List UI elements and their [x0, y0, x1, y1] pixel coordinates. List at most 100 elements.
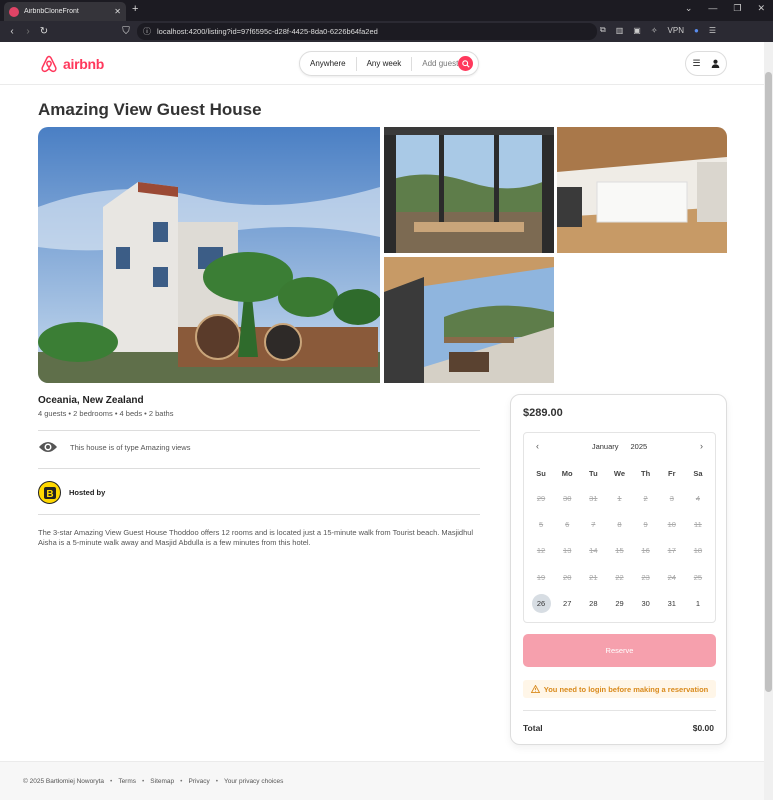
calendar-year[interactable]: 2025 [631, 442, 648, 451]
forward-icon[interactable]: › [20, 26, 36, 37]
nightly-price: $289.00 [523, 407, 563, 419]
logo-text: airbnb [63, 56, 104, 72]
calendar-day: 20 [563, 572, 572, 582]
close-window-icon[interactable]: ✕ [757, 3, 765, 14]
calendar-day: 31 [589, 493, 598, 503]
calendar-day: 6 [565, 519, 570, 529]
calendar-day[interactable]: 26 [531, 593, 551, 613]
user-icon [711, 59, 719, 68]
back-icon[interactable]: ‹ [4, 26, 20, 37]
main-photo[interactable] [38, 127, 380, 383]
divider [355, 56, 357, 71]
category-text: This house is of type Amazing views [70, 442, 191, 452]
browser-toolbar: ‹ › ↻ ⛉ ⓘ localhost:4200/listing?id=97f6… [0, 21, 773, 42]
calendar-day[interactable]: 31 [662, 594, 682, 613]
login-warning-text: You need to login before making a reserv… [543, 684, 709, 694]
host-avatar-icon: B [43, 486, 56, 500]
photo-4[interactable] [384, 257, 554, 383]
calendar-day: 24 [667, 572, 676, 582]
site-footer: © 2025 Bartłomiej Noworyta • Terms • Sitema… [0, 761, 764, 800]
calendar-day: 13 [563, 546, 572, 556]
listing-details: 4 guests • 2 bedrooms • 4 beds • 2 baths [38, 409, 174, 418]
browser-tab[interactable]: AirbnbCloneFront ✕ [4, 2, 126, 21]
calendar-day: 2 [643, 493, 648, 503]
calendar-day: 21 [589, 572, 598, 582]
site-info-icon[interactable]: ⓘ [143, 26, 151, 37]
calendar-day: 10 [667, 519, 676, 529]
page-scrollbar[interactable] [764, 42, 773, 800]
svg-text:B: B [46, 489, 53, 500]
calendar-day: 16 [641, 546, 650, 556]
weekday-label: We [613, 469, 626, 478]
minimize-icon[interactable]: — [708, 3, 717, 14]
calendar-month[interactable]: January [592, 442, 619, 451]
weekday-label: Fr [668, 469, 676, 478]
calendar-day: 30 [563, 493, 572, 503]
calendar-day: 23 [641, 572, 650, 582]
footer-link[interactable]: Privacy [188, 778, 209, 785]
footer-separator: • [180, 777, 183, 785]
browser-tab-strip: AirbnbCloneFront ✕ + ⌄ — ❐ ✕ [0, 0, 773, 21]
airbnb-logo-icon [41, 55, 57, 73]
calendar-day[interactable]: 27 [557, 594, 577, 613]
divider [38, 468, 480, 469]
host-avatar: B [38, 481, 61, 504]
divider [411, 56, 413, 71]
hosted-by-label: Hosted by [69, 488, 106, 497]
airbnb-logo[interactable]: airbnb [39, 54, 104, 74]
photo-3[interactable] [557, 127, 727, 253]
calendar-day[interactable]: 30 [636, 594, 656, 613]
tab-list-icon[interactable]: ⌄ [685, 3, 693, 14]
footer-link[interactable]: Your privacy choices [224, 778, 283, 785]
calendar-day[interactable]: 1 [688, 594, 708, 613]
maximize-icon[interactable]: ❐ [733, 3, 741, 14]
search-where[interactable]: Anywhere [310, 59, 346, 68]
calendar-header: January 2025 [524, 433, 715, 459]
search-when[interactable]: Any week [367, 59, 402, 68]
login-warning: You need to login before making a reserv… [523, 680, 716, 698]
divider [38, 514, 480, 515]
calendar-day: 29 [536, 493, 546, 503]
new-tab-button[interactable]: + [132, 3, 138, 15]
divider [38, 430, 480, 431]
next-month-icon[interactable]: › [700, 441, 703, 451]
menu-icon[interactable]: ☰ [709, 26, 716, 35]
tab-title: AirbnbCloneFront [24, 8, 79, 15]
calendar-day: 14 [589, 546, 598, 556]
vpn-badge[interactable]: VPN [668, 26, 684, 35]
bookmark-icon[interactable]: ⛉ [118, 26, 134, 37]
browser-extensions: ⧉ ▥ ▣ ✧ VPN ● ☰ [600, 25, 716, 35]
listing-category: This house is of type Amazing views [38, 440, 190, 454]
calendar-day: 3 [669, 493, 674, 503]
wallet-icon[interactable]: ▣ [633, 26, 641, 35]
weekday-label: Th [641, 469, 651, 478]
weekday-label: Tu [589, 469, 598, 478]
search-button[interactable] [458, 56, 473, 71]
scrollbar-thumb[interactable] [765, 72, 772, 692]
sidebar-icon[interactable]: ▥ [616, 26, 624, 35]
reload-icon[interactable]: ↻ [36, 26, 52, 37]
footer-copyright: © 2025 Bartłomiej Noworyta [23, 777, 105, 785]
footer-separator: • [110, 777, 113, 785]
calendar-day: 11 [694, 519, 702, 529]
calendar-day[interactable]: 28 [583, 594, 603, 613]
user-menu-button[interactable]: ☰ [685, 51, 727, 76]
calendar-day[interactable]: 29 [609, 594, 629, 613]
calendar-day: 19 [536, 572, 546, 582]
listing-description: The 3-star Amazing View Guest House Thod… [38, 528, 474, 547]
divider [523, 710, 716, 711]
address-bar[interactable]: ⓘ localhost:4200/listing?id=97f6595c-d28… [137, 23, 597, 40]
extensions-icon[interactable]: ⧉ [600, 25, 606, 35]
footer-link[interactable]: Terms [118, 778, 136, 785]
listing-location: Oceania, New Zealand [38, 395, 144, 406]
reserve-button[interactable]: Reserve [523, 634, 716, 667]
tab-close-icon[interactable]: ✕ [114, 7, 121, 16]
profile-icon[interactable]: ● [694, 26, 699, 35]
search-guests[interactable]: Add guests [422, 59, 462, 68]
photo-2[interactable] [384, 127, 554, 253]
total-value: $0.00 [692, 723, 714, 733]
search-bar[interactable]: Anywhere Any week Add guests [299, 51, 479, 76]
footer-link[interactable]: Sitemap [150, 778, 174, 785]
leo-icon[interactable]: ✧ [651, 26, 658, 35]
footer-separator: • [215, 777, 219, 785]
